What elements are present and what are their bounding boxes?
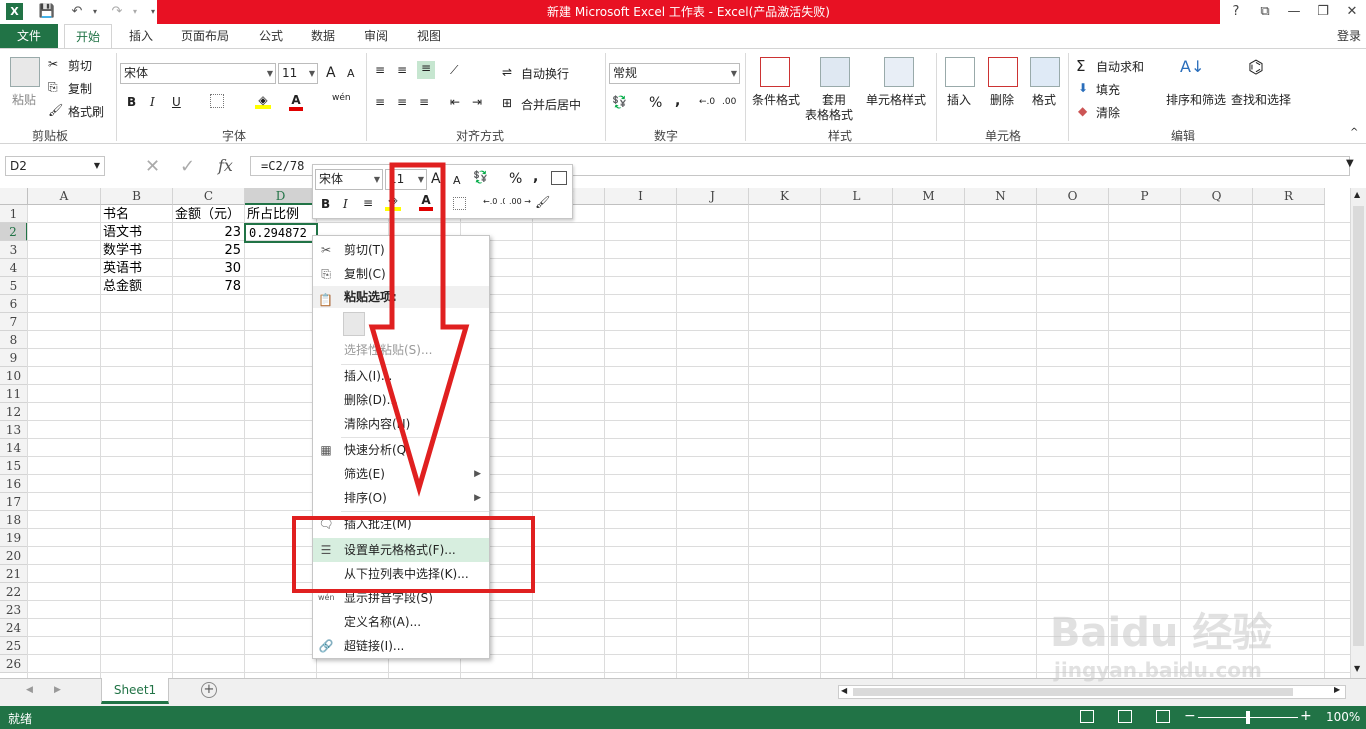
zoom-out-icon[interactable]: − <box>1184 708 1196 724</box>
zoom-slider-thumb[interactable] <box>1246 711 1250 724</box>
zoom-in-icon[interactable]: + <box>1300 708 1312 724</box>
sheet-tab-sheet1[interactable]: Sheet1 <box>101 678 169 704</box>
zoom-level[interactable]: 100% <box>1326 710 1360 724</box>
scroll-left-icon[interactable]: ◀ <box>26 685 33 695</box>
status-bar: 就绪 − + 100% <box>0 706 1366 729</box>
horizontal-scrollbar[interactable]: ◀ <box>838 685 1346 699</box>
sheet-tab-bar: ◀ ▶ Sheet1 + ◀ ▶ <box>0 678 1366 706</box>
baidu-watermark: Baidu 经验 jingyan.baidu.com <box>1050 600 1272 682</box>
scroll-right-icon[interactable]: ▶ <box>1334 685 1340 694</box>
page-layout-view-icon[interactable] <box>1118 710 1132 723</box>
page-break-view-icon[interactable] <box>1156 710 1170 723</box>
red-arrow-annotation <box>368 162 470 497</box>
normal-view-icon[interactable] <box>1080 710 1094 723</box>
watermark-url: jingyan.baidu.com <box>1054 658 1262 682</box>
watermark-brand: Baidu 经验 <box>1050 610 1273 656</box>
h-scroll-thumb[interactable] <box>853 688 1293 696</box>
scroll-left-icon[interactable]: ◀ <box>841 686 847 695</box>
add-sheet-button[interactable]: + <box>201 682 217 698</box>
red-highlight-box <box>292 516 535 593</box>
status-ready: 就绪 <box>8 712 33 726</box>
scroll-right-icon[interactable]: ▶ <box>54 685 61 695</box>
